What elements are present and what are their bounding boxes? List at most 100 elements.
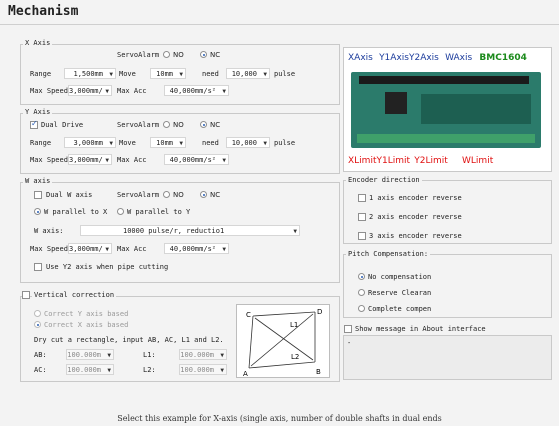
y-need-select[interactable]: 10,000 ▼ <box>226 137 270 148</box>
correct-x-label: Correct X axis based <box>44 321 129 329</box>
y-servo-no-label: NO <box>173 121 184 129</box>
message-textarea[interactable]: - <box>343 335 552 380</box>
board-y2limit-label: Y2Limit <box>414 156 448 166</box>
w-use-y2-checkbox[interactable] <box>34 263 42 271</box>
message-text: - <box>347 339 352 347</box>
board-wlimit-label: WLimit <box>462 156 494 166</box>
pitch-reserve-radio[interactable] <box>358 289 365 296</box>
y-need-label: need <box>202 139 219 147</box>
y-range-label: Range <box>30 139 52 147</box>
x-range-label: Range <box>30 70 52 78</box>
x-max-speed-select[interactable]: 3,000mm/▼ <box>68 85 112 96</box>
w-dual-checkbox[interactable] <box>34 191 42 199</box>
w-dual-label: Dual W axis <box>46 191 93 199</box>
x-max-acc-label: Max Acc <box>117 87 147 95</box>
board-waxis-label: WAxis <box>445 53 473 63</box>
x-pulse-label: pulse <box>274 70 296 78</box>
w-servo-no-label: NO <box>173 191 184 199</box>
w-axis-group-label: W axis <box>23 177 53 185</box>
encoder-group-label: Encoder direction <box>346 176 422 184</box>
board-y2axis-label: Y2Axis <box>408 53 439 63</box>
board-bottom-terminals <box>357 134 535 143</box>
x-range-select[interactable]: 1,500mm ▼ <box>64 68 116 79</box>
w-servo-alarm-label: ServoAlarm <box>117 191 160 199</box>
y-max-acc-label: Max Acc <box>117 156 147 164</box>
vertical-correction-label: Vertical correction <box>32 291 117 299</box>
page-title: Mechanism <box>8 4 79 19</box>
x-servo-alarm-label: ServoAlarm <box>117 51 160 59</box>
board-relays <box>421 94 531 124</box>
encoder-1-checkbox[interactable] <box>358 194 366 202</box>
l1-input[interactable]: 100.000m ▼ <box>179 349 227 360</box>
encoder-1-label: 1 axis encoder reverse <box>369 194 462 202</box>
ab-input[interactable]: 100.000m ▼ <box>66 349 114 360</box>
board-y1limit-label: Y1Limit <box>376 156 411 166</box>
pitch-none-radio[interactable] <box>358 273 365 280</box>
x-max-acc-select[interactable]: 40,000mm/s² ▼ <box>164 85 229 96</box>
w-axis-pulse-select[interactable]: 10000 pulse/r, reductio1 ▼ <box>80 225 300 236</box>
board-y1axis-label: Y1Axis <box>379 53 409 63</box>
w-servo-nc-radio[interactable] <box>200 191 207 198</box>
w-use-y2-label: Use Y2 axis when pipe cutting <box>46 263 169 271</box>
board-xlimit-label: XLimit <box>348 156 377 166</box>
y-move-select[interactable]: 10mm ▼ <box>150 137 186 148</box>
l2-input[interactable]: 100.000m ▼ <box>179 364 227 375</box>
ac-input[interactable]: 100.000m ▼ <box>66 364 114 375</box>
show-message-label: Show message in About interface <box>355 325 486 333</box>
show-message-checkbox[interactable] <box>344 325 352 333</box>
w-parallel-x-label: W parallel to X <box>44 208 108 216</box>
y-dual-drive-checkbox[interactable] <box>30 119 38 129</box>
encoder-3-checkbox[interactable] <box>358 232 366 240</box>
y-max-acc-select[interactable]: 40,000mm/s² ▼ <box>164 154 229 165</box>
correct-x-radio[interactable] <box>34 321 41 328</box>
w-axis-pulse-label: W axis: <box>34 227 64 235</box>
w-servo-nc-label: NC <box>210 191 221 199</box>
x-servo-no-radio[interactable] <box>163 51 170 58</box>
vertical-instruction: Dry cut a rectangle, input AB, AC, L1 an… <box>34 336 224 344</box>
y-servo-nc-label: NC <box>210 121 221 129</box>
x-need-select[interactable]: 10,000 ▼ <box>226 68 270 79</box>
y-pulse-label: pulse <box>274 139 296 147</box>
w-parallel-y-radio[interactable] <box>117 208 124 215</box>
y-servo-no-radio[interactable] <box>163 121 170 128</box>
x-move-label: Move <box>119 70 136 78</box>
y-axis-group-label: Y Axis <box>23 108 53 116</box>
diagram-l2-label: L2 <box>291 353 299 361</box>
board-chip <box>385 92 407 114</box>
y-max-speed-select[interactable]: 3,000mm/▼ <box>68 154 112 165</box>
w-max-acc-select[interactable]: 40,000mm/s² ▼ <box>164 243 229 254</box>
w-parallel-x-radio[interactable] <box>34 208 41 215</box>
vertical-correction-checkbox[interactable] <box>22 291 30 299</box>
y-range-select[interactable]: 3,000mm ▼ <box>64 137 116 148</box>
pitch-none-label: No compensation <box>368 273 432 281</box>
board-limit-labels: XLimitY1Limit Y2Limit WLimit <box>348 156 493 166</box>
w-max-speed-label: Max Speed <box>30 245 68 253</box>
l2-label: L2: <box>143 366 156 374</box>
correct-y-label: Correct Y axis based <box>44 310 129 318</box>
w-max-speed-select[interactable]: 3,000mm/▼ <box>68 243 112 254</box>
w-max-acc-label: Max Acc <box>117 245 147 253</box>
x-move-select[interactable]: 10mm ▼ <box>150 68 186 79</box>
pitch-complete-radio[interactable] <box>358 305 365 312</box>
diagram-l1-label: L1 <box>290 321 298 329</box>
x-max-speed-label: Max Speed <box>30 87 68 95</box>
w-parallel-y-label: W parallel to Y <box>127 208 191 216</box>
board-model-label: BMC1604 <box>479 53 527 63</box>
ac-label: AC: <box>34 366 47 374</box>
w-servo-no-radio[interactable] <box>163 191 170 198</box>
board-top-connectors <box>359 76 529 84</box>
encoder-2-checkbox[interactable] <box>358 213 366 221</box>
board-pcb <box>351 72 541 148</box>
pitch-reserve-label: Reserve Clearan <box>368 289 432 297</box>
x-servo-nc-radio[interactable] <box>200 51 207 58</box>
caption-text: Select this example for X-axis (single a… <box>117 414 442 423</box>
pitch-group-label: Pitch Compensation: <box>346 250 431 258</box>
y-move-label: Move <box>119 139 136 147</box>
x-servo-nc-label: NC <box>210 51 221 59</box>
y-servo-nc-radio[interactable] <box>200 121 207 128</box>
correct-y-radio[interactable] <box>34 310 41 317</box>
board-xaxis-label: XAxis <box>348 53 373 63</box>
correction-diagram-svg: A B C D L1 L2 <box>243 308 322 377</box>
pitch-complete-label: Complete compen <box>368 305 432 313</box>
y-max-speed-label: Max Speed <box>30 156 68 164</box>
